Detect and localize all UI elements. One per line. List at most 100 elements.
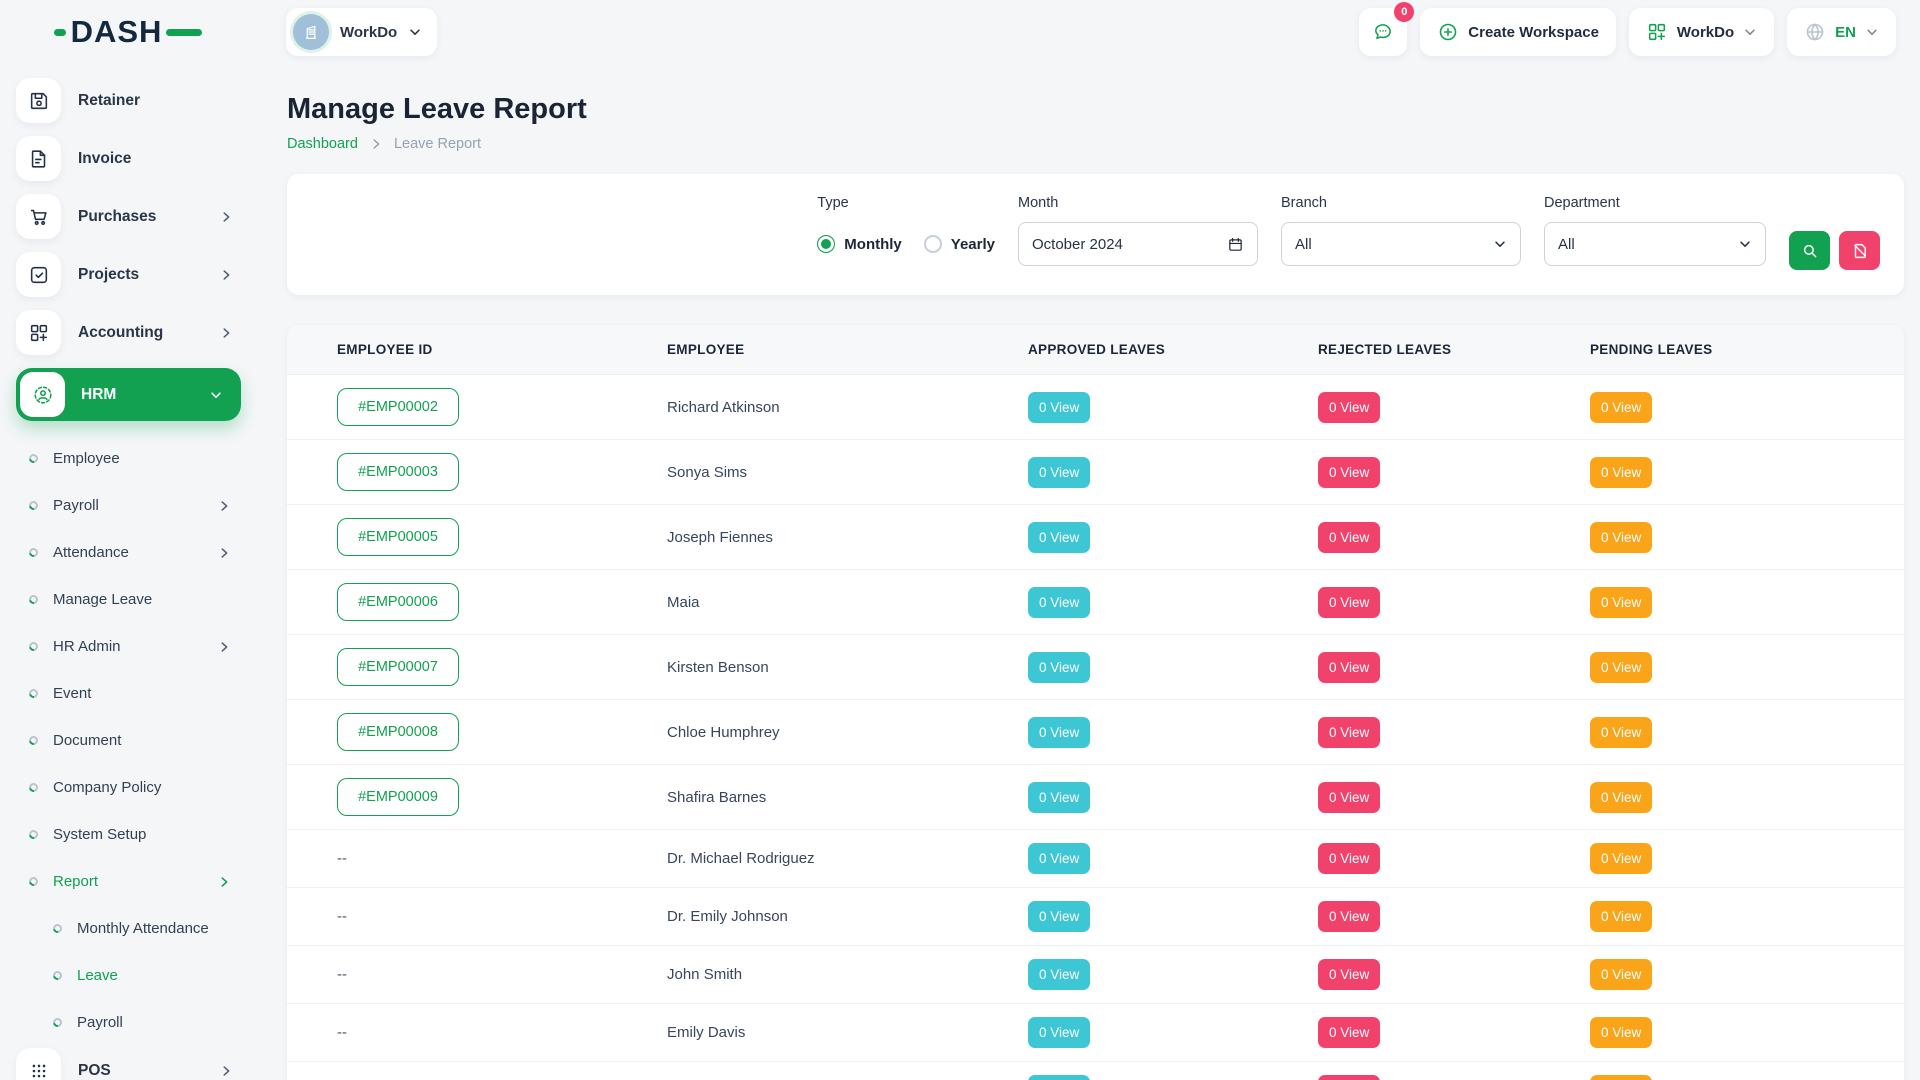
approved-leaves-badge[interactable]: 0 View — [1028, 959, 1090, 990]
month-value: October 2024 — [1032, 236, 1123, 253]
radio-yearly[interactable]: Yearly — [924, 235, 995, 253]
sidebar-subitem-event[interactable]: Event — [29, 670, 241, 717]
table-row: #EMP00008 Chloe Humphrey 0 View 0 View 0… — [287, 700, 1904, 765]
sidebar-subitem-system-setup[interactable]: System Setup — [29, 811, 241, 858]
department-label: Department — [1544, 195, 1766, 211]
rejected-leaves-badge[interactable]: 0 View — [1318, 1075, 1380, 1080]
employee-id-button[interactable]: #EMP00007 — [337, 648, 459, 686]
branch-select[interactable]: All — [1281, 222, 1521, 266]
sidebar-subitem-payroll[interactable]: Payroll — [53, 999, 241, 1046]
chevron-right-icon — [217, 546, 231, 560]
rejected-leaves-badge[interactable]: 0 View — [1318, 901, 1380, 932]
pending-leaves-badge[interactable]: 0 View — [1590, 959, 1652, 990]
employee-id-button[interactable]: #EMP00006 — [337, 583, 459, 621]
pending-leaves-badge[interactable]: 0 View — [1590, 652, 1652, 683]
pending-leaves-badge[interactable]: 0 View — [1590, 843, 1652, 874]
radio-monthly[interactable]: Monthly — [817, 235, 902, 253]
rejected-leaves-badge[interactable]: 0 View — [1318, 587, 1380, 618]
pending-leaves-badge[interactable]: 0 View — [1590, 587, 1652, 618]
sidebar-item-hrm[interactable]: HRM — [16, 368, 241, 421]
language-selector[interactable]: EN — [1787, 8, 1896, 56]
employee-id-button[interactable]: #EMP00009 — [337, 778, 459, 816]
rejected-leaves-badge[interactable]: 0 View — [1318, 392, 1380, 423]
pending-leaves-badge[interactable]: 0 View — [1590, 1075, 1652, 1080]
main-content: Manage Leave Report Dashboard Leave Repo… — [256, 64, 1920, 1080]
sidebar-subitem-company-policy[interactable]: Company Policy — [29, 764, 241, 811]
pending-leaves-badge[interactable]: 0 View — [1590, 1017, 1652, 1048]
approved-leaves-badge[interactable]: 0 View — [1028, 901, 1090, 932]
month-input[interactable]: October 2024 — [1018, 222, 1258, 266]
rejected-leaves-badge[interactable]: 0 View — [1318, 959, 1380, 990]
approved-leaves-badge[interactable]: 0 View — [1028, 457, 1090, 488]
sidebar-subitem-attendance[interactable]: Attendance — [29, 529, 241, 576]
icon-box — [20, 372, 65, 417]
employee-id-button[interactable]: #EMP00005 — [337, 518, 459, 556]
breadcrumb-dashboard-link[interactable]: Dashboard — [287, 136, 358, 152]
rejected-leaves-badge[interactable]: 0 View — [1318, 457, 1380, 488]
sidebar-subitem-leave[interactable]: Leave — [53, 952, 241, 999]
workspace-selector[interactable]: WorkDo — [286, 8, 437, 56]
sidebar-item-purchases[interactable]: Purchases — [16, 194, 241, 239]
brand-logo[interactable]: DASH — [54, 14, 203, 50]
employee-id-button[interactable]: #EMP00002 — [337, 388, 459, 426]
employee-name: Kirsten Benson — [667, 659, 769, 676]
sidebar-item-invoice[interactable]: Invoice — [16, 136, 241, 181]
sidebar-subitem-hr-admin[interactable]: HR Admin — [29, 623, 241, 670]
sidebar-subitem-monthly-attendance[interactable]: Monthly Attendance — [53, 905, 241, 952]
type-label: Type — [817, 195, 995, 211]
rejected-leaves-badge[interactable]: 0 View — [1318, 522, 1380, 553]
pending-leaves-badge[interactable]: 0 View — [1590, 392, 1652, 423]
pending-leaves-badge[interactable]: 0 View — [1590, 782, 1652, 813]
employee-name: Sonya Sims — [667, 464, 747, 481]
rejected-leaves-badge[interactable]: 0 View — [1318, 782, 1380, 813]
sidebar-item-retainer[interactable]: Retainer — [16, 78, 241, 123]
approved-leaves-badge[interactable]: 0 View — [1028, 522, 1090, 553]
approved-leaves-badge[interactable]: 0 View — [1028, 1017, 1090, 1048]
sidebar-subitem-document[interactable]: Document — [29, 717, 241, 764]
bullet-icon — [27, 640, 40, 653]
sidebar-subitem-employee[interactable]: Employee — [29, 435, 241, 482]
rejected-leaves-badge[interactable]: 0 View — [1318, 843, 1380, 874]
app-switcher-button[interactable]: WorkDo — [1629, 8, 1774, 56]
search-button[interactable] — [1789, 231, 1830, 270]
sidebar-item-accounting[interactable]: Accounting — [16, 310, 241, 355]
sidebar-item-label: Accounting — [78, 324, 163, 342]
table-row: #EMP00005 Joseph Fiennes 0 View 0 View 0… — [287, 505, 1904, 570]
type-filter-group: Type Monthly Yearly — [817, 195, 995, 266]
employee-name: Joseph Fiennes — [667, 529, 773, 546]
branch-label: Branch — [1281, 195, 1521, 211]
employee-id-button[interactable]: #EMP00003 — [337, 453, 459, 491]
department-select[interactable]: All — [1544, 222, 1766, 266]
approved-leaves-badge[interactable]: 0 View — [1028, 587, 1090, 618]
chevron-down-icon — [1493, 237, 1507, 251]
pending-leaves-badge[interactable]: 0 View — [1590, 457, 1652, 488]
chevron-right-icon — [219, 210, 233, 224]
pending-leaves-badge[interactable]: 0 View — [1590, 522, 1652, 553]
sidebar-item-projects[interactable]: Projects — [16, 252, 241, 297]
rejected-leaves-badge[interactable]: 0 View — [1318, 717, 1380, 748]
clear-filter-button[interactable] — [1839, 231, 1880, 270]
approved-leaves-badge[interactable]: 0 View — [1028, 392, 1090, 423]
file-slash-icon — [1851, 242, 1869, 260]
sidebar-subitem-report[interactable]: Report — [29, 858, 241, 905]
approved-leaves-badge[interactable]: 0 View — [1028, 1075, 1090, 1080]
sidebar-item-pos[interactable]: POS — [16, 1048, 241, 1080]
create-workspace-button[interactable]: Create Workspace — [1420, 8, 1616, 56]
rejected-leaves-badge[interactable]: 0 View — [1318, 652, 1380, 683]
approved-leaves-badge[interactable]: 0 View — [1028, 652, 1090, 683]
messages-button[interactable]: 0 — [1359, 8, 1407, 56]
bullet-icon — [27, 499, 40, 512]
employee-id-empty: -- — [337, 908, 347, 925]
sidebar-subitem-manage-leave[interactable]: Manage Leave — [29, 576, 241, 623]
rejected-leaves-badge[interactable]: 0 View — [1318, 1017, 1380, 1048]
employee-id-button[interactable]: #EMP00008 — [337, 713, 459, 751]
pending-leaves-badge[interactable]: 0 View — [1590, 901, 1652, 932]
breadcrumb: Dashboard Leave Report — [287, 136, 1904, 152]
approved-leaves-badge[interactable]: 0 View — [1028, 782, 1090, 813]
sidebar-subitem-payroll[interactable]: Payroll — [29, 482, 241, 529]
approved-leaves-badge[interactable]: 0 View — [1028, 717, 1090, 748]
bullet-icon — [27, 452, 40, 465]
approved-leaves-badge[interactable]: 0 View — [1028, 843, 1090, 874]
bullet-icon — [51, 1016, 64, 1029]
pending-leaves-badge[interactable]: 0 View — [1590, 717, 1652, 748]
